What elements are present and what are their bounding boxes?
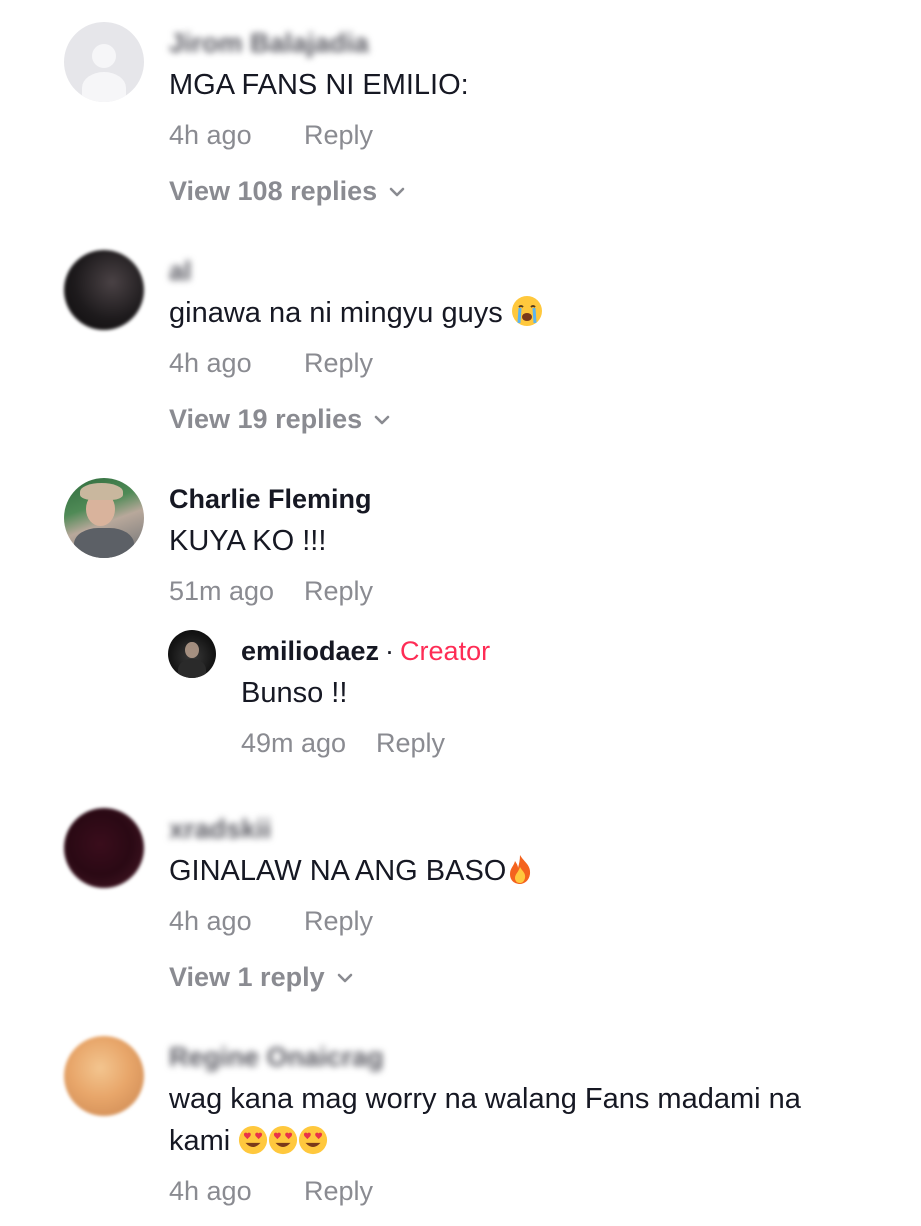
separator-dot: · bbox=[385, 636, 395, 666]
reply-button[interactable]: Reply bbox=[304, 348, 373, 379]
comment-text: ginawa na ni mingyu guys bbox=[169, 292, 543, 334]
chevron-down-icon bbox=[337, 973, 352, 982]
smiling-face-with-heart-eyes-icon bbox=[299, 1125, 328, 1155]
reply-button[interactable]: Reply bbox=[304, 1176, 373, 1207]
comment-username[interactable]: al bbox=[169, 256, 192, 287]
comment-timestamp: 4h ago bbox=[169, 1176, 252, 1206]
view-replies-button[interactable]: View 1 reply bbox=[169, 962, 353, 993]
fire-icon bbox=[510, 855, 531, 884]
reply-timestamp: 49m ago bbox=[241, 728, 347, 758]
comment-text-content: kami bbox=[169, 1125, 231, 1157]
view-replies-button[interactable]: View 19 replies bbox=[169, 404, 390, 435]
avatar[interactable] bbox=[64, 808, 144, 888]
view-replies-button[interactable]: View 108 replies bbox=[169, 176, 405, 207]
comment-timestamp: 4h ago bbox=[169, 120, 252, 150]
comment-username[interactable]: Charlie Fleming bbox=[169, 484, 372, 515]
comment-timestamp: 4h ago bbox=[169, 906, 252, 936]
comment-text-line-1: wag kana mag worry na walang Fans madami… bbox=[169, 1083, 801, 1115]
comment-username[interactable]: Jirom Balajadia bbox=[169, 28, 369, 59]
comment-username[interactable]: xradskii bbox=[169, 814, 271, 845]
chevron-down-icon bbox=[389, 187, 405, 196]
avatar[interactable] bbox=[64, 478, 144, 558]
avatar[interactable] bbox=[64, 1036, 144, 1116]
reply-button[interactable]: Reply bbox=[376, 728, 445, 759]
comment-text-line-2: kami bbox=[169, 1120, 328, 1162]
reply-button[interactable]: Reply bbox=[304, 576, 373, 607]
loudly-crying-face-icon bbox=[511, 296, 542, 326]
reply-button[interactable]: Reply bbox=[304, 120, 373, 151]
view-replies-label: View 1 reply bbox=[169, 962, 325, 992]
avatar[interactable] bbox=[64, 22, 144, 102]
creator-avatar[interactable] bbox=[168, 630, 216, 678]
creator-badge: Creator bbox=[400, 636, 491, 666]
reply-button[interactable]: Reply bbox=[304, 906, 373, 937]
chevron-down-icon bbox=[374, 415, 390, 424]
reply-username[interactable]: emiliodaez bbox=[241, 636, 379, 666]
comment-text-content: ginawa na ni mingyu guys bbox=[169, 297, 503, 329]
smiling-face-with-heart-eyes-icon bbox=[269, 1125, 298, 1155]
comment-username[interactable]: Regine Onaicrag bbox=[169, 1042, 384, 1073]
reply-text: Bunso !! bbox=[241, 677, 348, 709]
comment-timestamp: 4h ago bbox=[169, 348, 252, 378]
view-replies-label: View 19 replies bbox=[169, 404, 363, 434]
view-replies-label: View 108 replies bbox=[169, 176, 378, 206]
comment-text: KUYA KO !!! bbox=[169, 525, 327, 557]
comment-timestamp: 51m ago bbox=[169, 576, 275, 606]
avatar[interactable] bbox=[64, 250, 144, 330]
smiling-face-with-heart-eyes-icon bbox=[239, 1125, 268, 1155]
reply-username-line: emiliodaez · Creator bbox=[241, 636, 490, 667]
emoji-group bbox=[238, 1125, 328, 1157]
comment-text: MGA FANS NI EMILIO: bbox=[169, 69, 469, 101]
comment-text: GINALAW NA ANG BASO bbox=[169, 850, 534, 892]
comment-text-content: GINALAW NA ANG BASO bbox=[169, 855, 507, 887]
